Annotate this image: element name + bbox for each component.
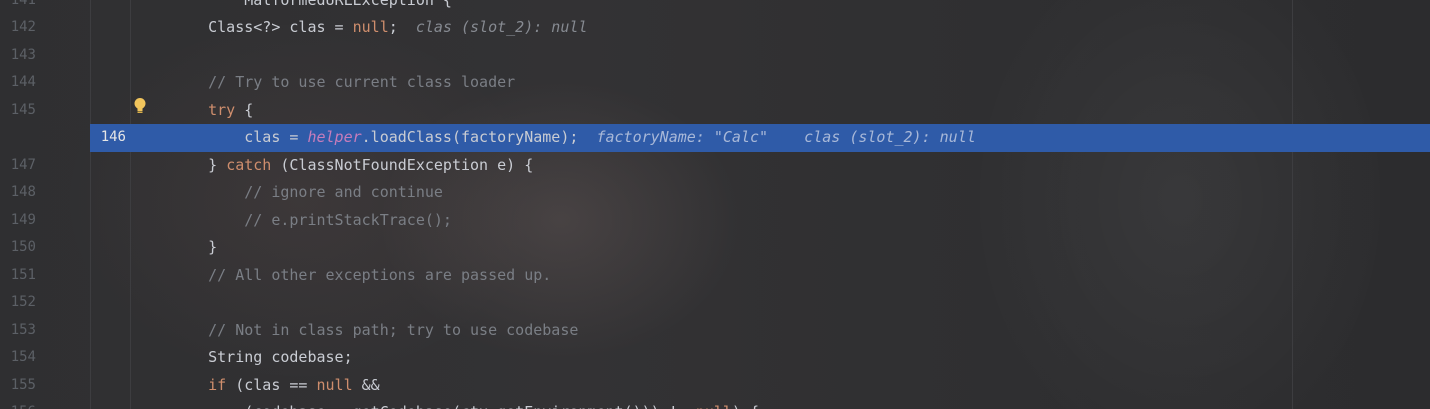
- code-line[interactable]: 150 }: [0, 234, 1430, 262]
- code-line-current[interactable]: 146 clas = helper.loadClass(factoryName)…: [90, 124, 1430, 152]
- code-text[interactable]: // ignore and continue: [172, 179, 443, 207]
- code-token: ;: [388, 18, 398, 36]
- code-token: {: [235, 100, 254, 119]
- code-token: &&: [352, 375, 380, 394]
- line-number[interactable]: 153: [0, 317, 36, 345]
- code-keyword: if: [208, 375, 227, 394]
- code-comment: // ignore and continue: [244, 183, 443, 201]
- code-keyword: try: [208, 100, 236, 119]
- code-text[interactable]: Class<?> clas = null; clas (slot_2): nul…: [172, 14, 587, 42]
- code-token: ) {: [732, 403, 759, 409]
- code-line[interactable]: 148 // ignore and continue: [0, 179, 1430, 207]
- code-line[interactable]: 145 try {: [0, 97, 1430, 125]
- line-number[interactable]: 149: [0, 207, 36, 235]
- code-editor[interactable]: 141 MalformedURLException {142 Class<?> …: [0, 0, 1430, 409]
- line-number[interactable]: 143: [0, 42, 36, 70]
- lightbulb-icon[interactable]: [133, 97, 147, 115]
- code-line[interactable]: 154 String codebase;: [0, 344, 1430, 372]
- code-comment: // Not in class path; try to use codebas…: [208, 320, 579, 339]
- line-number[interactable]: 155: [0, 372, 36, 400]
- code-token: }: [208, 155, 227, 174]
- line-number[interactable]: 151: [0, 262, 36, 290]
- code-token: .loadClass(factoryName);: [361, 128, 579, 146]
- code-line[interactable]: 151 // All other exceptions are passed u…: [0, 262, 1430, 290]
- line-number[interactable]: 145: [0, 97, 36, 125]
- line-number[interactable]: 154: [0, 344, 36, 372]
- code-comment: // e.printStackTrace();: [244, 210, 452, 229]
- code-line[interactable]: 156 (codebase = getCodebase(ctx.getEnvir…: [0, 399, 1430, 409]
- code-line[interactable]: 149 // e.printStackTrace();: [0, 207, 1430, 235]
- code-comment: // All other exceptions are passed up.: [208, 265, 552, 284]
- code-text[interactable]: // All other exceptions are passed up.: [172, 262, 551, 290]
- code-text[interactable]: MalformedURLException {: [172, 0, 452, 14]
- line-number[interactable]: 146: [0, 124, 126, 152]
- line-number[interactable]: 144: [0, 69, 36, 97]
- code-text[interactable]: // Not in class path; try to use codebas…: [172, 317, 578, 345]
- line-number[interactable]: 150: [0, 234, 36, 262]
- code-token: (codebase = getCodebase(ctx.getEnvironme…: [244, 403, 696, 409]
- code-token: clas =: [244, 128, 308, 146]
- code-keyword: catch: [226, 155, 272, 174]
- code-text[interactable]: String codebase;: [172, 344, 353, 372]
- code-token: String codebase;: [208, 348, 353, 366]
- line-number[interactable]: 147: [0, 152, 36, 180]
- code-text[interactable]: // Try to use current class loader: [172, 69, 515, 97]
- inline-debug-hint: factoryName: "Calc" clas (slot_2): null: [578, 128, 976, 146]
- code-text[interactable]: try {: [172, 97, 253, 125]
- code-keyword: null: [352, 18, 389, 36]
- code-token: (ClassNotFoundException e) {: [271, 155, 534, 174]
- code-keyword: null: [696, 403, 732, 409]
- code-line[interactable]: 153 // Not in class path; try to use cod…: [0, 317, 1430, 345]
- code-text[interactable]: } catch (ClassNotFoundException e) {: [172, 152, 533, 180]
- code-line[interactable]: 142 Class<?> clas = null; clas (slot_2):…: [0, 14, 1430, 42]
- line-number[interactable]: 141: [0, 0, 36, 14]
- line-number[interactable]: 156: [0, 399, 36, 409]
- code-token: (clas ==: [226, 375, 317, 394]
- code-token: MalformedURLException {: [244, 0, 452, 9]
- code-text[interactable]: if (clas == null &&: [172, 372, 380, 400]
- code-text[interactable]: // e.printStackTrace();: [172, 207, 452, 235]
- code-token: }: [208, 238, 218, 256]
- code-line[interactable]: 147 } catch (ClassNotFoundException e) {: [0, 152, 1430, 180]
- line-number[interactable]: 148: [0, 179, 36, 207]
- code-line[interactable]: 144 // Try to use current class loader: [0, 69, 1430, 97]
- code-token: helper: [307, 128, 362, 146]
- code-line[interactable]: 143: [0, 42, 1430, 70]
- code-line[interactable]: 155 if (clas == null &&: [0, 372, 1430, 400]
- code-text[interactable]: clas = helper.loadClass(factoryName); fa…: [172, 124, 976, 152]
- line-number[interactable]: 152: [0, 289, 36, 317]
- code-text[interactable]: }: [172, 234, 217, 262]
- code-text[interactable]: (codebase = getCodebase(ctx.getEnvironme…: [172, 399, 759, 409]
- code-token: Class<?> clas =: [208, 18, 353, 36]
- code-comment: // Try to use current class loader: [208, 73, 516, 91]
- line-number[interactable]: 142: [0, 14, 36, 42]
- code-line[interactable]: 152: [0, 289, 1430, 317]
- inline-debug-hint: clas (slot_2): null: [397, 18, 588, 36]
- code-keyword: null: [316, 375, 353, 394]
- code-line[interactable]: 141 MalformedURLException {: [0, 0, 1430, 14]
